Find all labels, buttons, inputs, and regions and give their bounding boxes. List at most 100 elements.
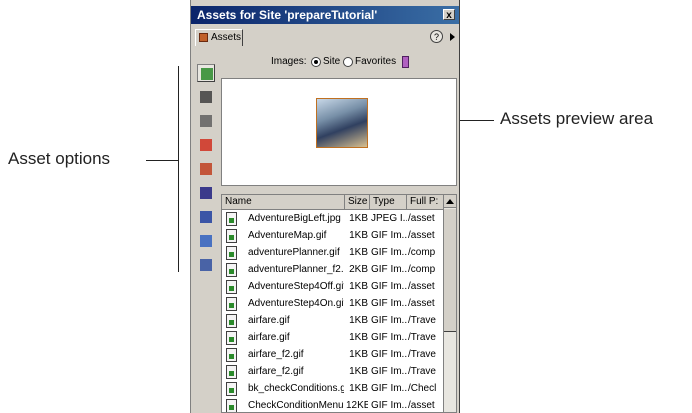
asset-category-sidebar [195,60,217,413]
list-item[interactable]: airfare.gif 1KB GIF Im.../Trave [222,312,444,330]
assets-panel: Assets for Site 'prepareTutorial' x Asse… [190,0,460,413]
column-full-path[interactable]: Full P: [407,195,444,209]
assets-list: Name Size Type Full P: AdventureBigLeft.… [221,194,457,413]
image-file-icon [226,280,237,294]
file-path: /Trave [408,349,436,360]
list-item[interactable]: AdventureStep4Off.gif 1KB GIF Im.../asset [222,278,444,296]
list-item[interactable]: CheckConditionMenu.gif12KBGIF Im.../asse… [222,397,444,412]
window-title: Assets for Site 'prepareTutorial' [197,8,378,22]
favorites-radio-label: Favorites [355,56,397,67]
sidebar-item-flash[interactable] [197,136,215,154]
image-file-icon [226,348,237,362]
image-file-icon [226,399,237,412]
image-file-icon [226,382,237,396]
file-type: GIF Im... [371,281,407,292]
file-name: AdventureBigLeft.jpg [248,213,341,224]
asset-options-bracket [178,66,179,272]
vertical-scrollbar[interactable] [443,195,456,412]
shockwave-icon [200,163,212,175]
file-name: airfare_f2.gif [248,366,304,377]
assets-content: Images: Site Favorites Name Size Type Fu… [221,48,457,413]
sidebar-item-images[interactable] [197,64,215,82]
file-path: /Trave [408,332,436,343]
sidebar-item-templates[interactable] [197,232,215,250]
file-size: 12KB [346,400,368,411]
file-name: AdventureStep4Off.gif [248,281,344,292]
file-size: 1KB [349,383,368,394]
file-path: /Trave [408,315,436,326]
urls-icon [200,115,212,127]
file-name: AdventureStep4On.gif [248,298,344,309]
tab-assets[interactable]: Assets [195,29,243,46]
file-path: /Checl [408,383,437,394]
list-item[interactable]: airfare_f2.gif 1KB GIF Im.../Trave [222,346,444,364]
image-file-icon [226,263,237,277]
list-item[interactable]: adventurePlanner.gif 1KB GIF Im.../comp [222,244,444,262]
images-icon [201,68,213,80]
file-type: GIF Im... [371,349,407,360]
column-name[interactable]: Name [222,195,345,209]
file-name: CheckConditionMenu.gif [248,400,344,411]
file-type: GIF Im... [371,315,407,326]
file-path: /comp [408,264,436,275]
file-path: /asset [408,281,435,292]
image-file-icon [226,331,237,345]
file-type: GIF Im... [371,230,407,241]
favorites-icon [402,56,409,68]
file-name: airfare.gif [248,332,290,343]
image-file-icon [226,365,237,379]
library-icon [200,259,212,271]
file-name: airfare.gif [248,315,290,326]
file-type: GIF Im... [371,366,407,377]
sidebar-item-library[interactable] [197,256,215,274]
file-type: GIF Im... [371,332,407,343]
sidebar-item-scripts[interactable] [197,208,215,226]
file-type: GIF Im... [371,400,407,411]
file-path: /Trave [408,366,436,377]
sidebar-item-urls[interactable] [197,112,215,130]
image-file-icon [226,246,237,260]
image-file-icon [226,314,237,328]
list-item[interactable]: airfare.gif 1KB GIF Im.../Trave [222,329,444,347]
file-type: JPEG I... [371,213,407,224]
options-menu-arrow-icon[interactable] [450,33,455,41]
asset-options-callout: Asset options [8,149,111,168]
list-item[interactable]: airfare_f2.gif 1KB GIF Im.../Trave [222,363,444,381]
help-button[interactable]: ? [430,30,443,43]
list-item[interactable]: adventurePlanner_f2.gif 2KB GIF Im.../comp [222,261,444,279]
title-bar[interactable]: Assets for Site 'prepareTutorial' x [191,6,459,24]
close-button[interactable]: x [443,9,455,21]
list-item[interactable]: AdventureMap.gif 1KB GIF Im.../asset [222,227,444,245]
templates-icon [200,235,212,247]
file-type: GIF Im... [371,298,407,309]
images-filter: Images: Site Favorites [221,54,457,70]
sidebar-item-shockwave[interactable] [197,160,215,178]
tab-assets-label: Assets [211,32,242,43]
file-size: 1KB [349,281,368,292]
scroll-up-arrow-icon[interactable] [444,195,456,208]
assets-preview-area [221,78,457,186]
site-radio[interactable] [311,57,321,67]
favorites-radio[interactable] [343,57,353,67]
file-size: 1KB [349,230,368,241]
list-item[interactable]: bk_checkConditions.gif 1KB GIF Im.../Checl [222,380,444,398]
file-size: 1KB [349,332,368,343]
file-name: adventurePlanner.gif [248,247,340,258]
list-item[interactable]: AdventureBigLeft.jpg 1KBJPEG I.../asset [222,210,444,228]
file-type: GIF Im... [371,264,407,275]
file-name: adventurePlanner_f2.gif [248,264,344,275]
asset-options-leader [146,160,178,161]
scroll-thumb[interactable] [444,209,456,332]
list-item[interactable]: AdventureStep4On.gif 1KB GIF Im.../asset [222,295,444,313]
file-size: 1KB [349,349,368,360]
file-type: GIF Im... [371,383,407,394]
site-radio-label: Site [323,56,341,67]
file-size: 1KB [349,366,368,377]
file-path: /asset [408,298,435,309]
column-size[interactable]: Size [345,195,370,209]
file-size: 1KB [349,213,368,224]
column-type[interactable]: Type [370,195,407,209]
sidebar-item-movies[interactable] [197,184,215,202]
sidebar-item-colors[interactable] [197,88,215,106]
file-name: airfare_f2.gif [248,349,304,360]
